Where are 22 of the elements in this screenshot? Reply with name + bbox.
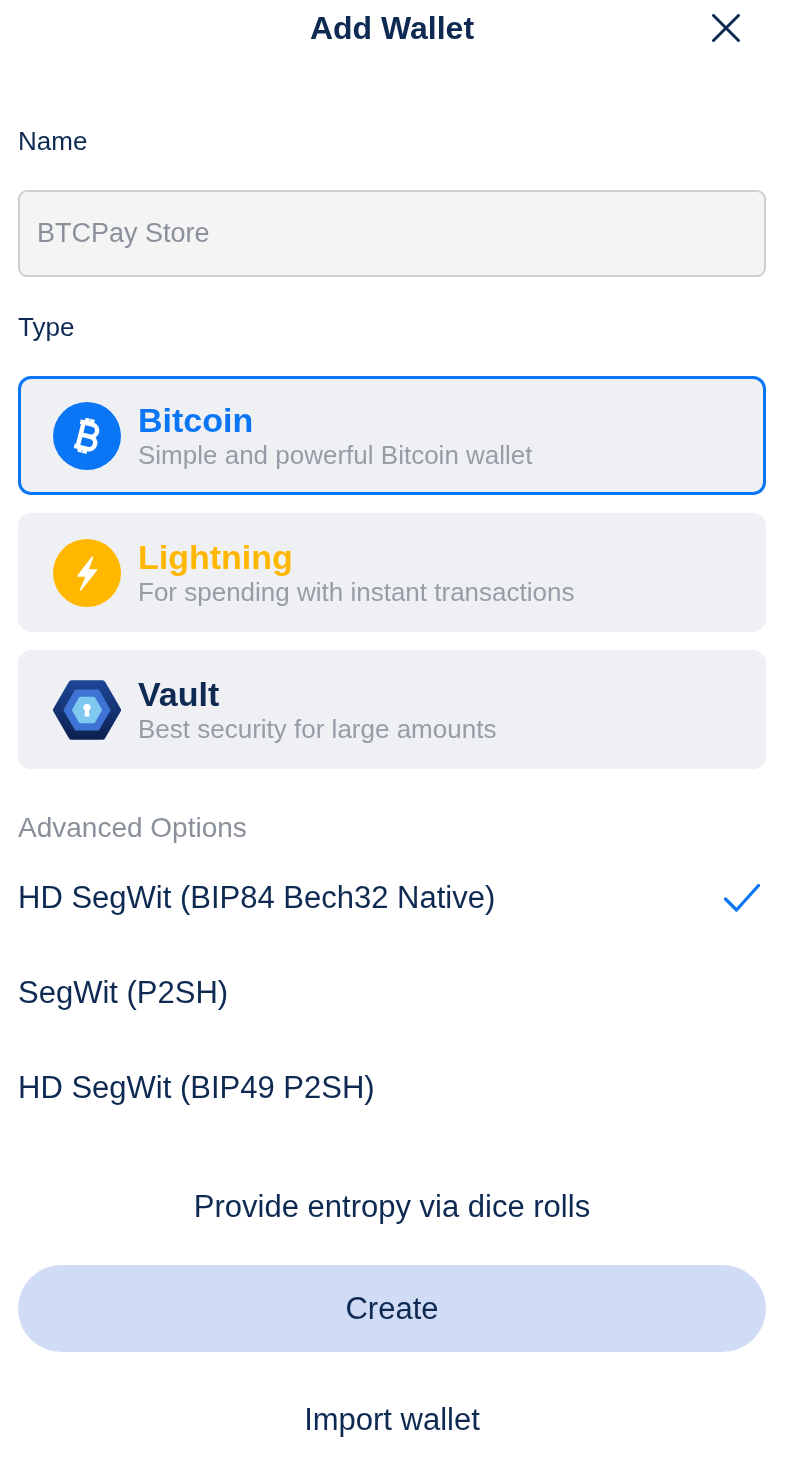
entropy-link[interactable]: Provide entropy via dice rolls [193,1190,591,1224]
section-label: Type [18,312,75,342]
field-label: Name [18,126,88,156]
wallet-type-description: Simple and powerful Bitcoin wallet [138,438,533,471]
address-type-option[interactable]: SegWit (P2SH) [18,945,766,1040]
bitcoin-icon [53,401,121,470]
wallet-type-card[interactable]: Vault Best security for large amounts [18,650,766,769]
wallet-type-title: Bitcoin [138,400,254,439]
wallet-type-card[interactable]: Bitcoin Simple and powerful Bitcoin wallet [18,376,766,495]
wallet-type-title: Vault [138,674,220,713]
close-button[interactable] [712,14,740,42]
address-type-option[interactable]: HD SegWit (BIP84 Bech32 Native) [18,850,766,945]
window-title: Add Wallet [309,9,475,48]
lightning-bolt-icon [53,538,121,607]
wallet-type-description: For spending with instant transactions [138,576,575,608]
input-field[interactable]: BTCPay Store [18,190,766,277]
wallet-type-title: Lightning [138,537,293,576]
import-wallet-link[interactable]: Import wallet [304,1403,480,1437]
section-label: Advanced Options [18,813,247,843]
close-icon [712,14,740,42]
address-type-option[interactable]: HD SegWit (BIP49 P2SH) [18,1040,766,1135]
wallet-type-description: Best security for large amounts [138,712,497,745]
